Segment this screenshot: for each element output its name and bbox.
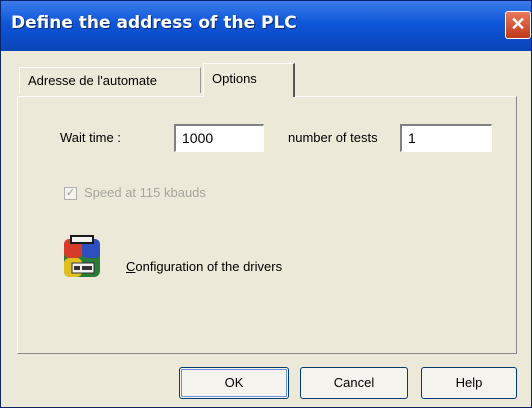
tab-adresse-automate[interactable]: Adresse de l'automate — [19, 67, 201, 93]
plc-address-dialog: Define the address of the PLC ✕ Adresse … — [0, 0, 532, 408]
wait-time-label: Wait time : — [60, 130, 121, 145]
speed-checkbox-label: Speed at 115 kbauds — [84, 185, 206, 200]
close-icon: ✕ — [510, 14, 526, 34]
number-of-tests-input[interactable]: 1 — [400, 124, 492, 152]
checkmark-icon: ✓ — [65, 187, 76, 199]
drivers-label-text: onfiguration of the drivers — [135, 259, 283, 274]
title-bar[interactable]: Define the address of the PLC ✕ — [1, 1, 531, 51]
window-title: Define the address of the PLC — [11, 13, 297, 33]
ok-button[interactable]: OK — [179, 367, 289, 399]
tab-options[interactable]: Options — [203, 63, 295, 97]
options-panel: Wait time : 1000 number of tests 1 ✓ Spe… — [17, 96, 517, 354]
help-button[interactable]: Help — [421, 367, 517, 399]
number-of-tests-label: number of tests — [288, 130, 378, 145]
drivers-label-mnemonic: C — [126, 259, 136, 274]
speed-checkbox[interactable]: ✓ — [64, 187, 77, 200]
cancel-button[interactable]: Cancel — [300, 367, 408, 399]
wait-time-input[interactable]: 1000 — [174, 124, 264, 152]
setup-icon[interactable] — [62, 235, 102, 279]
drivers-configuration-link[interactable]: Configuration of the drivers — [126, 259, 282, 274]
close-button[interactable]: ✕ — [505, 11, 531, 39]
